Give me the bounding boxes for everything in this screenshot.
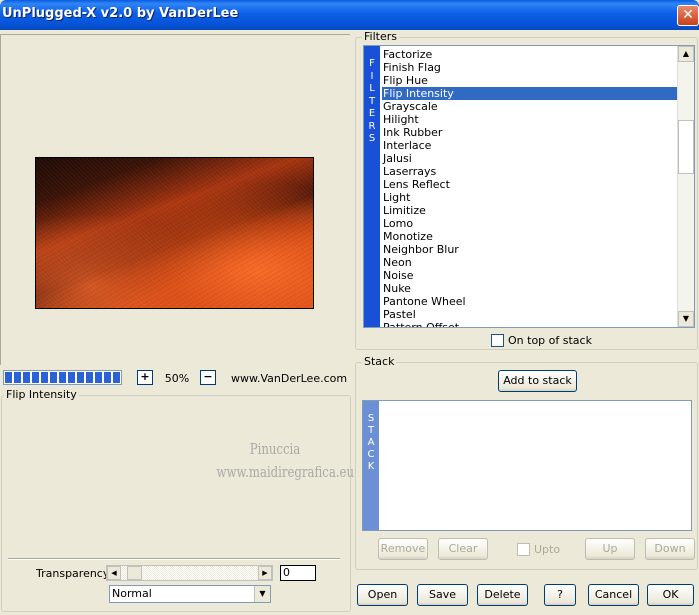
blend-mode-select[interactable]: Normal ▼	[109, 585, 271, 603]
filter-list-scrollbar[interactable]: ▲ ▼	[677, 46, 694, 327]
preview-panel	[0, 34, 350, 365]
arrow-left-icon[interactable]: ◀	[107, 566, 121, 580]
filter-list-item[interactable]: Finish Flag	[382, 61, 680, 74]
filter-list-item[interactable]: Pantone Wheel	[382, 295, 680, 308]
website-link[interactable]: www.VanDerLee.com	[231, 372, 347, 385]
watermark-url: www.maidiregrafica.eu	[216, 463, 355, 481]
filter-list-item[interactable]: Noise	[382, 269, 680, 282]
band-letter: S	[368, 133, 376, 144]
arrow-up-icon[interactable]: ▲	[678, 46, 694, 62]
band-letter: L	[369, 83, 375, 94]
filter-list-item[interactable]: Hilight	[382, 113, 680, 126]
band-letter: F	[369, 58, 375, 69]
move-up-button[interactable]: Up	[585, 538, 635, 560]
on-top-of-stack-checkbox[interactable]	[491, 334, 504, 347]
transparency-input[interactable]: 0	[280, 565, 316, 581]
filter-list-item[interactable]: Jalusi	[382, 152, 680, 165]
filter-list-item[interactable]: Flip Hue	[382, 74, 680, 87]
filter-list-item[interactable]: Lomo	[382, 217, 680, 230]
separator	[8, 558, 340, 560]
filter-list-item[interactable]: Lens Reflect	[382, 178, 680, 191]
stack-label: Stack	[362, 355, 397, 368]
preview-image	[35, 157, 314, 309]
filter-list-item[interactable]: Nuke	[382, 282, 680, 295]
close-button[interactable]: ✕	[677, 5, 699, 26]
filter-list-item[interactable]: Neon	[382, 256, 680, 269]
filter-list-item[interactable]: Ink Rubber	[382, 126, 680, 139]
progress-fill	[5, 372, 120, 383]
delete-button[interactable]: Delete	[477, 584, 528, 606]
upto-label: Upto	[534, 543, 561, 556]
zoom-level: 50%	[164, 372, 190, 385]
cancel-button[interactable]: Cancel	[588, 584, 639, 606]
band-letter: I	[370, 70, 374, 82]
filter-list-item[interactable]: Factorize	[382, 48, 680, 61]
filter-list-item[interactable]: Pattern Offset	[382, 321, 680, 327]
move-down-button[interactable]: Down	[645, 538, 695, 560]
filter-items: Factorize Finish Flag Flip Hue Flip Intensi…	[382, 48, 680, 327]
remove-button[interactable]: Remove	[378, 538, 428, 560]
filters-label: Filters	[362, 30, 399, 43]
zoom-in-button[interactable]: +	[137, 370, 153, 385]
help-button[interactable]: ?	[544, 584, 576, 606]
filter-list[interactable]: FILTERS Factorize Finish Flag Flip Hue Flip…	[363, 45, 695, 328]
filter-list-item[interactable]: Limitize	[382, 204, 680, 217]
on-top-of-stack-label: On top of stack	[508, 334, 592, 347]
scrollbar-thumb[interactable]	[678, 120, 694, 174]
save-button[interactable]: Save	[417, 584, 468, 606]
title-bar: UnPlugged-X v2.0 by VanDerLee ✕	[0, 0, 699, 30]
upto-checkbox[interactable]	[517, 543, 530, 556]
transparency-slider[interactable]: ◀ ▶	[106, 565, 273, 581]
filters-band: FILTERS	[364, 46, 380, 327]
stack-band: STACK	[363, 401, 379, 530]
arrow-right-icon[interactable]: ▶	[258, 566, 272, 580]
watermark-name: Pinuccia	[249, 440, 301, 458]
open-button[interactable]: Open	[357, 584, 408, 606]
filter-list-item[interactable]: Pastel	[382, 308, 680, 321]
band-letter: T	[368, 95, 376, 107]
arrow-down-icon[interactable]: ▼	[678, 311, 694, 327]
progress-bar	[3, 370, 122, 385]
filter-list-item[interactable]: Interlace	[382, 139, 680, 152]
watermark: Pinuccia www.maidiregrafica.eu	[216, 438, 355, 484]
add-to-stack-button[interactable]: Add to stack	[498, 370, 577, 392]
ok-button[interactable]: OK	[647, 584, 694, 606]
band-letter: T	[367, 425, 375, 436]
filter-parameters-label: Flip Intensity	[4, 388, 79, 401]
blend-mode-value: Normal	[112, 587, 152, 600]
filter-list-item[interactable]: Light	[382, 191, 680, 204]
chevron-down-icon[interactable]: ▼	[254, 586, 270, 602]
band-letter: K	[367, 461, 375, 472]
filter-list-item[interactable]: Neighbor Blur	[382, 243, 680, 256]
filter-list-item[interactable]: Monotize	[382, 230, 680, 243]
band-letter: R	[368, 120, 376, 132]
clear-button[interactable]: Clear	[438, 538, 488, 560]
transparency-label: Transparency	[36, 567, 110, 580]
filter-list-item[interactable]: Laserrays	[382, 165, 680, 178]
zoom-out-button[interactable]: −	[200, 370, 216, 385]
window-title: UnPlugged-X v2.0 by VanDerLee	[2, 6, 239, 21]
filter-list-item[interactable]: Grayscale	[382, 100, 680, 113]
band-letter: E	[368, 108, 376, 119]
filter-list-item[interactable]: Flip Intensity	[382, 87, 680, 100]
band-letter: S	[367, 413, 375, 424]
slider-thumb[interactable]	[127, 566, 142, 580]
band-letter: C	[367, 449, 375, 460]
stack-list[interactable]: STACK	[362, 400, 692, 531]
band-letter: A	[367, 437, 375, 448]
